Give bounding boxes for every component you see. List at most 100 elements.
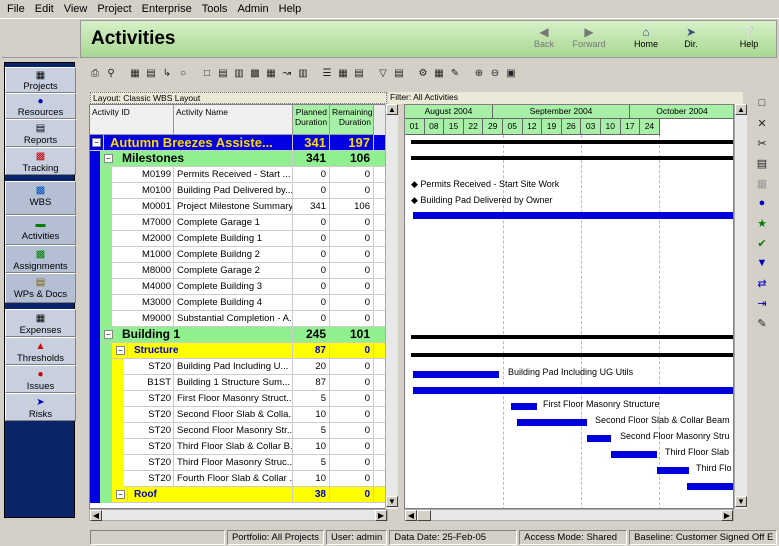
menu-enterprise[interactable]: Enterprise	[137, 0, 197, 19]
forward-button[interactable]: ▶ Forward	[569, 25, 609, 49]
copy-icon[interactable]: ▤	[753, 154, 771, 172]
table-row[interactable]: ST20 Building Pad Including U... 20 0	[90, 359, 387, 375]
summary-bar[interactable]	[411, 353, 733, 357]
assign-role-icon[interactable]: ★	[753, 214, 771, 232]
table-row[interactable]: M3000 Complete Building 400	[90, 295, 387, 311]
sidebar-item-resources[interactable]: ● Resources	[5, 93, 76, 119]
gantt-bar[interactable]	[611, 451, 657, 458]
sidebar-item-thresholds[interactable]: ▲ Thresholds	[5, 337, 76, 365]
menu-view[interactable]: View	[59, 0, 93, 19]
gantt-view-icon[interactable]: ▤	[216, 67, 230, 81]
usage-view-icon[interactable]: ▩	[248, 67, 262, 81]
zoom-out-icon[interactable]: ⊖	[488, 67, 502, 81]
gantt-vertical-scrollbar[interactable]: ▲ ▼	[734, 104, 747, 509]
link-view-icon[interactable]: ↝	[280, 67, 294, 81]
assign-code-icon[interactable]: ✔	[753, 234, 771, 252]
col-remaining-duration[interactable]: Remaining Duration	[330, 105, 374, 135]
table-vertical-scrollbar[interactable]: ▲ ▼	[385, 104, 398, 509]
scroll-up-icon[interactable]: ▲	[386, 104, 398, 115]
summary-bar[interactable]	[411, 156, 733, 160]
gantt-bar[interactable]	[587, 435, 611, 442]
menu-admin[interactable]: Admin	[232, 0, 273, 19]
sidebar-item-issues[interactable]: ● Issues	[5, 365, 76, 393]
collapse-toggle-icon[interactable]: −	[104, 154, 113, 163]
table-row[interactable]: M0100 Building Pad Delivered by... 0 0	[90, 183, 387, 199]
scroll-down-icon[interactable]: ▼	[735, 496, 747, 507]
menu-project[interactable]: Project	[92, 0, 136, 19]
table-view-icon[interactable]: □	[200, 67, 214, 81]
collapse-toggle-icon[interactable]: −	[116, 490, 125, 499]
gantt-bar[interactable]	[687, 483, 733, 490]
col-planned-duration[interactable]: Planned Duration	[293, 105, 330, 135]
sidebar-item-activities[interactable]: ▬ Activities	[5, 215, 76, 245]
print-preview-icon[interactable]: ⚲	[104, 67, 118, 81]
spreadsheet-view-icon[interactable]: ▦	[264, 67, 278, 81]
summary-bar[interactable]	[411, 335, 733, 339]
scroll-right-icon[interactable]: ▶	[375, 510, 387, 521]
print-icon[interactable]: ⎙	[88, 67, 102, 81]
gantt-bar[interactable]	[413, 387, 733, 394]
new-icon[interactable]: □	[753, 94, 771, 112]
relationship-icon[interactable]: ↳	[160, 67, 174, 81]
scroll-up-icon[interactable]: ▲	[735, 104, 747, 115]
table-row[interactable]: M0001 Project Milestone Summary 341 106	[90, 199, 387, 215]
sidebar-item-expenses[interactable]: ▦ Expenses	[5, 309, 76, 337]
menu-help[interactable]: Help	[274, 0, 307, 19]
table-row[interactable]: M9000 Substantial Completion - A... 0 0	[90, 311, 387, 327]
scroll-down-icon[interactable]: ▼	[386, 496, 398, 507]
filter-icon[interactable]: ▽	[376, 67, 390, 81]
indent-icon[interactable]: ⇥	[753, 294, 771, 312]
table-row[interactable]: − Roof 38 0	[90, 487, 387, 503]
table-row[interactable]: ST20 Third Floor Slab & Collar B... 10 0	[90, 439, 387, 455]
link-icon[interactable]: ⇄	[753, 274, 771, 292]
level-icon[interactable]: ▦	[432, 67, 446, 81]
table-row[interactable]: ST20 Fourth Floor Slab & Collar ... 10 0	[90, 471, 387, 487]
network-icon[interactable]: ○	[176, 67, 190, 81]
columns-icon[interactable]: ▦	[128, 67, 142, 81]
menu-edit[interactable]: Edit	[30, 0, 59, 19]
directory-button[interactable]: ➤ Dir.	[671, 25, 711, 49]
delete-icon[interactable]: ✕	[753, 114, 771, 132]
table-row[interactable]: − Milestones 341 106	[90, 151, 387, 167]
sidebar-item-risks[interactable]: ➤ Risks	[5, 393, 76, 421]
gantt-horizontal-scrollbar[interactable]: ◀ ▶	[404, 509, 734, 521]
scroll-right-icon[interactable]: ▶	[721, 510, 733, 521]
table-row[interactable]: M2000 Complete Building 100	[90, 231, 387, 247]
summarize-icon[interactable]: ✎	[448, 67, 462, 81]
col-activity-name[interactable]: Activity Name	[174, 105, 293, 135]
table-horizontal-scrollbar[interactable]: ◀ ▶	[89, 509, 388, 521]
table-row[interactable]: ST20 First Floor Masonry Struct... 5 0	[90, 391, 387, 407]
paste-icon[interactable]: ▦	[753, 174, 771, 192]
schedule-icon[interactable]: ⚙	[416, 67, 430, 81]
layout-icon[interactable]: ▤	[352, 67, 366, 81]
scroll-left-icon[interactable]: ◀	[405, 510, 417, 521]
profile-view-icon[interactable]: ▥	[232, 67, 246, 81]
bars-icon[interactable]: ▤	[144, 67, 158, 81]
summary-bar[interactable]	[411, 140, 733, 144]
home-button[interactable]: ⌂ Home	[626, 25, 666, 49]
col-activity-id[interactable]: Activity ID	[90, 105, 174, 135]
table-row[interactable]: M4000 Complete Building 300	[90, 279, 387, 295]
collapse-toggle-icon[interactable]: −	[92, 138, 101, 147]
sidebar-item-reports[interactable]: ▤ Reports	[5, 119, 76, 147]
sidebar-item-wps-docs[interactable]: ▤ WPs & Docs	[5, 273, 76, 303]
help-button[interactable]: ❔ Help	[729, 25, 769, 49]
table-row[interactable]: − Building 1 245 101	[90, 327, 387, 343]
table-row[interactable]: − Structure 87 0	[90, 343, 387, 359]
collapse-toggle-icon[interactable]: −	[104, 330, 113, 339]
sort-icon[interactable]: ☰	[320, 67, 334, 81]
scroll-thumb[interactable]	[417, 510, 431, 521]
table-row[interactable]: ST20 Second Floor Slab & Colla... 10 0	[90, 407, 387, 423]
edit-icon[interactable]: ✎	[753, 314, 771, 332]
gantt-bar[interactable]	[517, 419, 587, 426]
menu-tools[interactable]: Tools	[197, 0, 233, 19]
gantt-bar[interactable]	[413, 371, 499, 378]
back-button[interactable]: ◀ Back	[524, 25, 564, 49]
zoom-in-icon[interactable]: ⊕	[472, 67, 486, 81]
filter-list-icon[interactable]: ▤	[392, 67, 406, 81]
sidebar-item-wbs[interactable]: ▩ WBS	[5, 181, 76, 215]
sidebar-item-tracking[interactable]: ▩ Tracking	[5, 147, 76, 175]
zoom-fit-icon[interactable]: ▣	[504, 67, 518, 81]
cut-icon[interactable]: ✂	[753, 134, 771, 152]
detail-view-icon[interactable]: ▥	[296, 67, 310, 81]
